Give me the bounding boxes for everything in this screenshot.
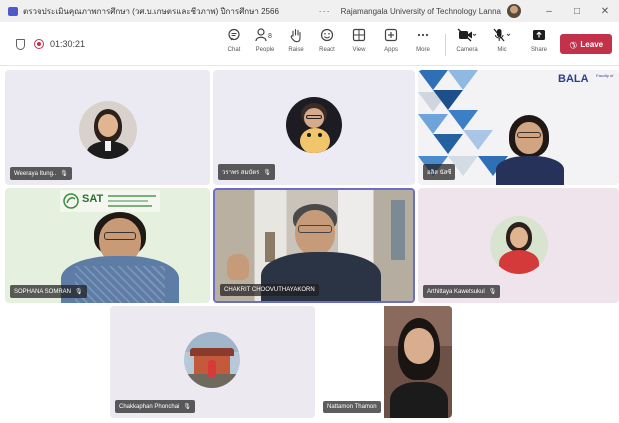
camera-button[interactable]: Camera [451, 28, 483, 60]
maximize-button[interactable]: □ [563, 6, 591, 17]
apps-icon [376, 28, 406, 44]
mic-off-icon: 🎙︎ [263, 169, 271, 176]
people-icon: 8 [250, 28, 280, 44]
bala-logo-subtitle: Faculty of [596, 73, 614, 78]
avatar [79, 101, 137, 159]
meeting-timer: 01:30:21 [50, 39, 86, 49]
share-label: Share [530, 47, 547, 53]
mic-off-icon [486, 28, 518, 44]
apps-label: Apps [384, 47, 398, 53]
sat-logo-icon [63, 193, 79, 209]
view-button[interactable]: View [344, 28, 374, 60]
participant-tile[interactable]: Arthittaya Kawetsukul 🎙︎ [418, 188, 619, 303]
people-label: People [255, 47, 275, 53]
camera-label: Camera [456, 47, 478, 53]
participant-name: SOPHANA SOMRAN [14, 288, 72, 295]
participant-name-tag: CHAKRIT CHOOVUTHAYAKORN [220, 284, 319, 296]
participant-name-tag: Nattamon Thamon [323, 401, 381, 413]
meeting-stage: Weeraya Itung.. 🎙︎ วราพร สมบัตร 🎙︎ BALA … [5, 70, 619, 423]
react-button[interactable]: React [312, 28, 342, 60]
chat-button[interactable]: Chat [219, 28, 249, 60]
recording-icon [34, 39, 44, 49]
participant-name: Nattamon Thamon [327, 404, 377, 410]
close-window-button[interactable]: ✕ [591, 6, 619, 17]
toolbar-divider [445, 34, 446, 56]
more-label: More [416, 47, 430, 53]
participant-tile[interactable]: SAT SOPHANA SOMRAN 🎙︎ [5, 188, 210, 303]
title-more-button[interactable]: ··· [319, 6, 331, 16]
avatar [184, 332, 240, 388]
raise-hand-icon [281, 28, 311, 44]
avatar [490, 216, 548, 274]
participant-name-tag: Weeraya Itung.. 🎙︎ [10, 167, 72, 180]
mic-button[interactable]: Mic [486, 28, 518, 60]
title-bar: ตรวจประเมินคุณภาพการศึกษา (วศ.บ.เกษตรและ… [0, 0, 619, 22]
share-button[interactable]: Share [524, 28, 554, 60]
mic-off-icon: 🎙︎ [60, 171, 68, 177]
participant-tile-active[interactable]: CHAKRIT CHOOVUTHAYAKORN [213, 188, 415, 303]
sat-logo: SAT [82, 193, 104, 205]
view-label: View [352, 47, 366, 53]
participant-name: อลิส นัสซี [427, 170, 452, 176]
leave-label: Leave [580, 39, 604, 49]
share-icon [524, 28, 554, 44]
participant-name: Arthittaya Kawetsukul [427, 288, 485, 295]
participant-name-tag: วราพร สมบัตร 🎙︎ [218, 164, 275, 180]
participant-name: Weeraya Itung.. [14, 170, 57, 177]
participant-video [384, 306, 452, 418]
mic-off-icon: 🎙︎ [75, 289, 83, 295]
shield-icon[interactable] [16, 39, 25, 50]
participant-tile[interactable]: Nattamon Thamon [318, 306, 452, 418]
more-icon [408, 28, 438, 44]
raise-label: Raise [288, 47, 304, 53]
participant-tile[interactable]: Weeraya Itung.. 🎙︎ [5, 70, 210, 185]
title-bar-right: ··· Rajamangala University of Technology… [319, 0, 619, 22]
minimize-button[interactable]: – [535, 6, 563, 17]
chat-icon [219, 28, 249, 44]
avatar [286, 97, 342, 153]
mic-off-icon: 🎙︎ [488, 289, 497, 295]
leave-button[interactable]: ✆ Leave [560, 34, 612, 54]
teams-logo-icon [8, 6, 18, 16]
view-icon [344, 28, 374, 44]
chat-label: Chat [227, 47, 241, 53]
participant-tile[interactable]: BALA Faculty of อลิส นัสซี [418, 70, 619, 185]
participant-name-tag: Arthittaya Kawetsukul 🎙︎ [423, 285, 501, 298]
user-avatar[interactable] [507, 4, 521, 18]
participant-name-tag: Chakkaphan Phonchai 🎙︎ [115, 400, 196, 413]
apps-button[interactable]: Apps [376, 28, 406, 60]
participant-tile[interactable]: วราพร สมบัตร 🎙︎ [213, 70, 415, 185]
sat-banner: SAT [60, 190, 160, 212]
participant-tile[interactable]: Chakkaphan Phonchai 🎙︎ [110, 306, 315, 418]
bala-logo: BALA [558, 73, 589, 85]
camera-off-icon [451, 28, 483, 44]
mic-off-icon: 🎙︎ [183, 404, 192, 410]
people-button[interactable]: 8 People [250, 28, 280, 60]
participant-name: Chakkaphan Phonchai [119, 403, 180, 410]
raise-hand-button[interactable]: Raise [281, 28, 311, 60]
people-count: 8 [268, 33, 272, 40]
participant-name: CHAKRIT CHOOVUTHAYAKORN [224, 287, 315, 293]
participant-name-tag: SOPHANA SOMRAN 🎙︎ [10, 285, 87, 298]
more-button[interactable]: More [408, 28, 438, 60]
participant-name-tag: อลิส นัสซี [423, 164, 456, 180]
phone-hangup-icon: ✆ [566, 38, 580, 51]
react-icon [312, 28, 342, 44]
mic-label: Mic [497, 47, 507, 53]
meeting-toolbar: 01:30:21 Chat 8 People Raise React View [0, 22, 619, 66]
react-label: React [319, 47, 335, 53]
organization-name: Rajamangala University of Technology Lan… [340, 6, 501, 16]
participant-name: วราพร สมบัตร [222, 170, 260, 176]
window-title: ตรวจประเมินคุณภาพการศึกษา (วศ.บ.เกษตรและ… [23, 6, 279, 16]
